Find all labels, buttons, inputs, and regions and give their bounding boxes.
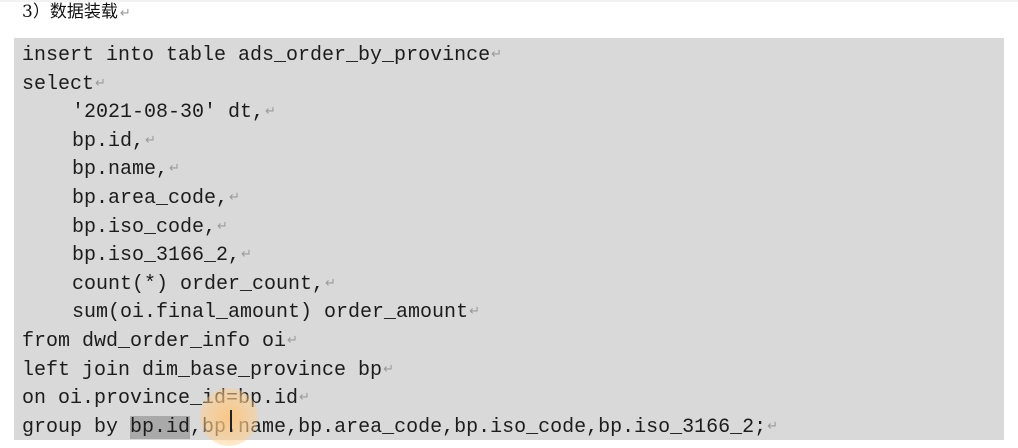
code-text: group by [22, 415, 131, 439]
code-text: bp.iso_code, [72, 215, 217, 239]
code-text: bp.id, [72, 129, 145, 153]
section-heading-text: 3）数据装载 [22, 2, 118, 22]
code-line-2[interactable]: select↵ [22, 70, 1004, 99]
code-text: bp.iso_3166_2, [72, 244, 241, 268]
code-line-10[interactable]: sum(oi.final_amount) order_amount↵ [22, 298, 1004, 327]
paragraph-mark-icon: ↵ [767, 418, 779, 434]
code-line-7[interactable]: bp.iso_code,↵ [22, 213, 1004, 242]
paragraph-mark-icon: ↵ [469, 304, 480, 320]
code-line-6[interactable]: bp.area_code,↵ [22, 184, 1004, 213]
code-line-9[interactable]: count(*) order_count,↵ [22, 270, 1004, 299]
paragraph-mark-icon: ↵ [325, 275, 336, 291]
code-text: '2021-08-30' dt, [72, 101, 265, 125]
code-text: count(*) order_count, [72, 272, 325, 296]
code-line-13[interactable]: on oi.province_id=bp.id↵ [22, 384, 1004, 413]
paragraph-mark-icon: ↵ [241, 247, 252, 263]
paragraph-mark-icon: ↵ [95, 75, 106, 91]
text-cursor-icon [230, 410, 232, 432]
paragraph-mark-icon: ↵ [299, 390, 310, 406]
code-line-12[interactable]: left join dim_base_province bp↵ [22, 356, 1004, 385]
code-text: bp.name, [72, 158, 169, 182]
code-line-4[interactable]: bp.id,↵ [22, 127, 1004, 156]
paragraph-mark-icon: ↵ [229, 189, 240, 205]
page-top-edge [0, 0, 1018, 2]
paragraph-mark-icon: ↵ [119, 6, 131, 21]
code-text: from dwd_order_info oi [22, 329, 287, 353]
paragraph-mark-icon: ↵ [383, 361, 394, 377]
selected-text[interactable]: bp.id [130, 415, 191, 439]
code-text: select [22, 72, 95, 96]
section-heading: 3）数据装载 ↵ [22, 0, 131, 24]
code-text: bp.area_code, [72, 186, 229, 210]
code-line-14[interactable]: group by bp.id,bp.name,bp.area_code,bp.i… [22, 413, 1004, 442]
code-text: on oi.province_id=bp.id [22, 387, 299, 411]
code-text: insert into table ads_order_by_province [22, 44, 491, 67]
code-line-1[interactable]: insert into table ads_order_by_province↵ [22, 41, 1004, 70]
code-text: sum(oi.final_amount) order_amount [72, 301, 469, 325]
paragraph-mark-icon: ↵ [169, 161, 180, 177]
code-line-5[interactable]: bp.name,↵ [22, 155, 1004, 184]
paragraph-mark-icon: ↵ [217, 218, 228, 234]
code-block[interactable]: insert into table ads_order_by_province↵… [14, 38, 1004, 440]
code-text: ,bp.name,bp.area_code,bp.iso_code,bp.iso… [190, 415, 767, 439]
code-line-3[interactable]: '2021-08-30' dt,↵ [22, 98, 1004, 127]
paragraph-mark-icon: ↵ [491, 47, 502, 62]
paragraph-mark-icon: ↵ [145, 132, 156, 148]
paragraph-mark-icon: ↵ [287, 332, 298, 348]
code-line-11[interactable]: from dwd_order_info oi↵ [22, 327, 1004, 356]
code-text: left join dim_base_province bp [22, 358, 383, 382]
paragraph-mark-icon: ↵ [265, 104, 276, 120]
code-line-8[interactable]: bp.iso_3166_2,↵ [22, 241, 1004, 270]
